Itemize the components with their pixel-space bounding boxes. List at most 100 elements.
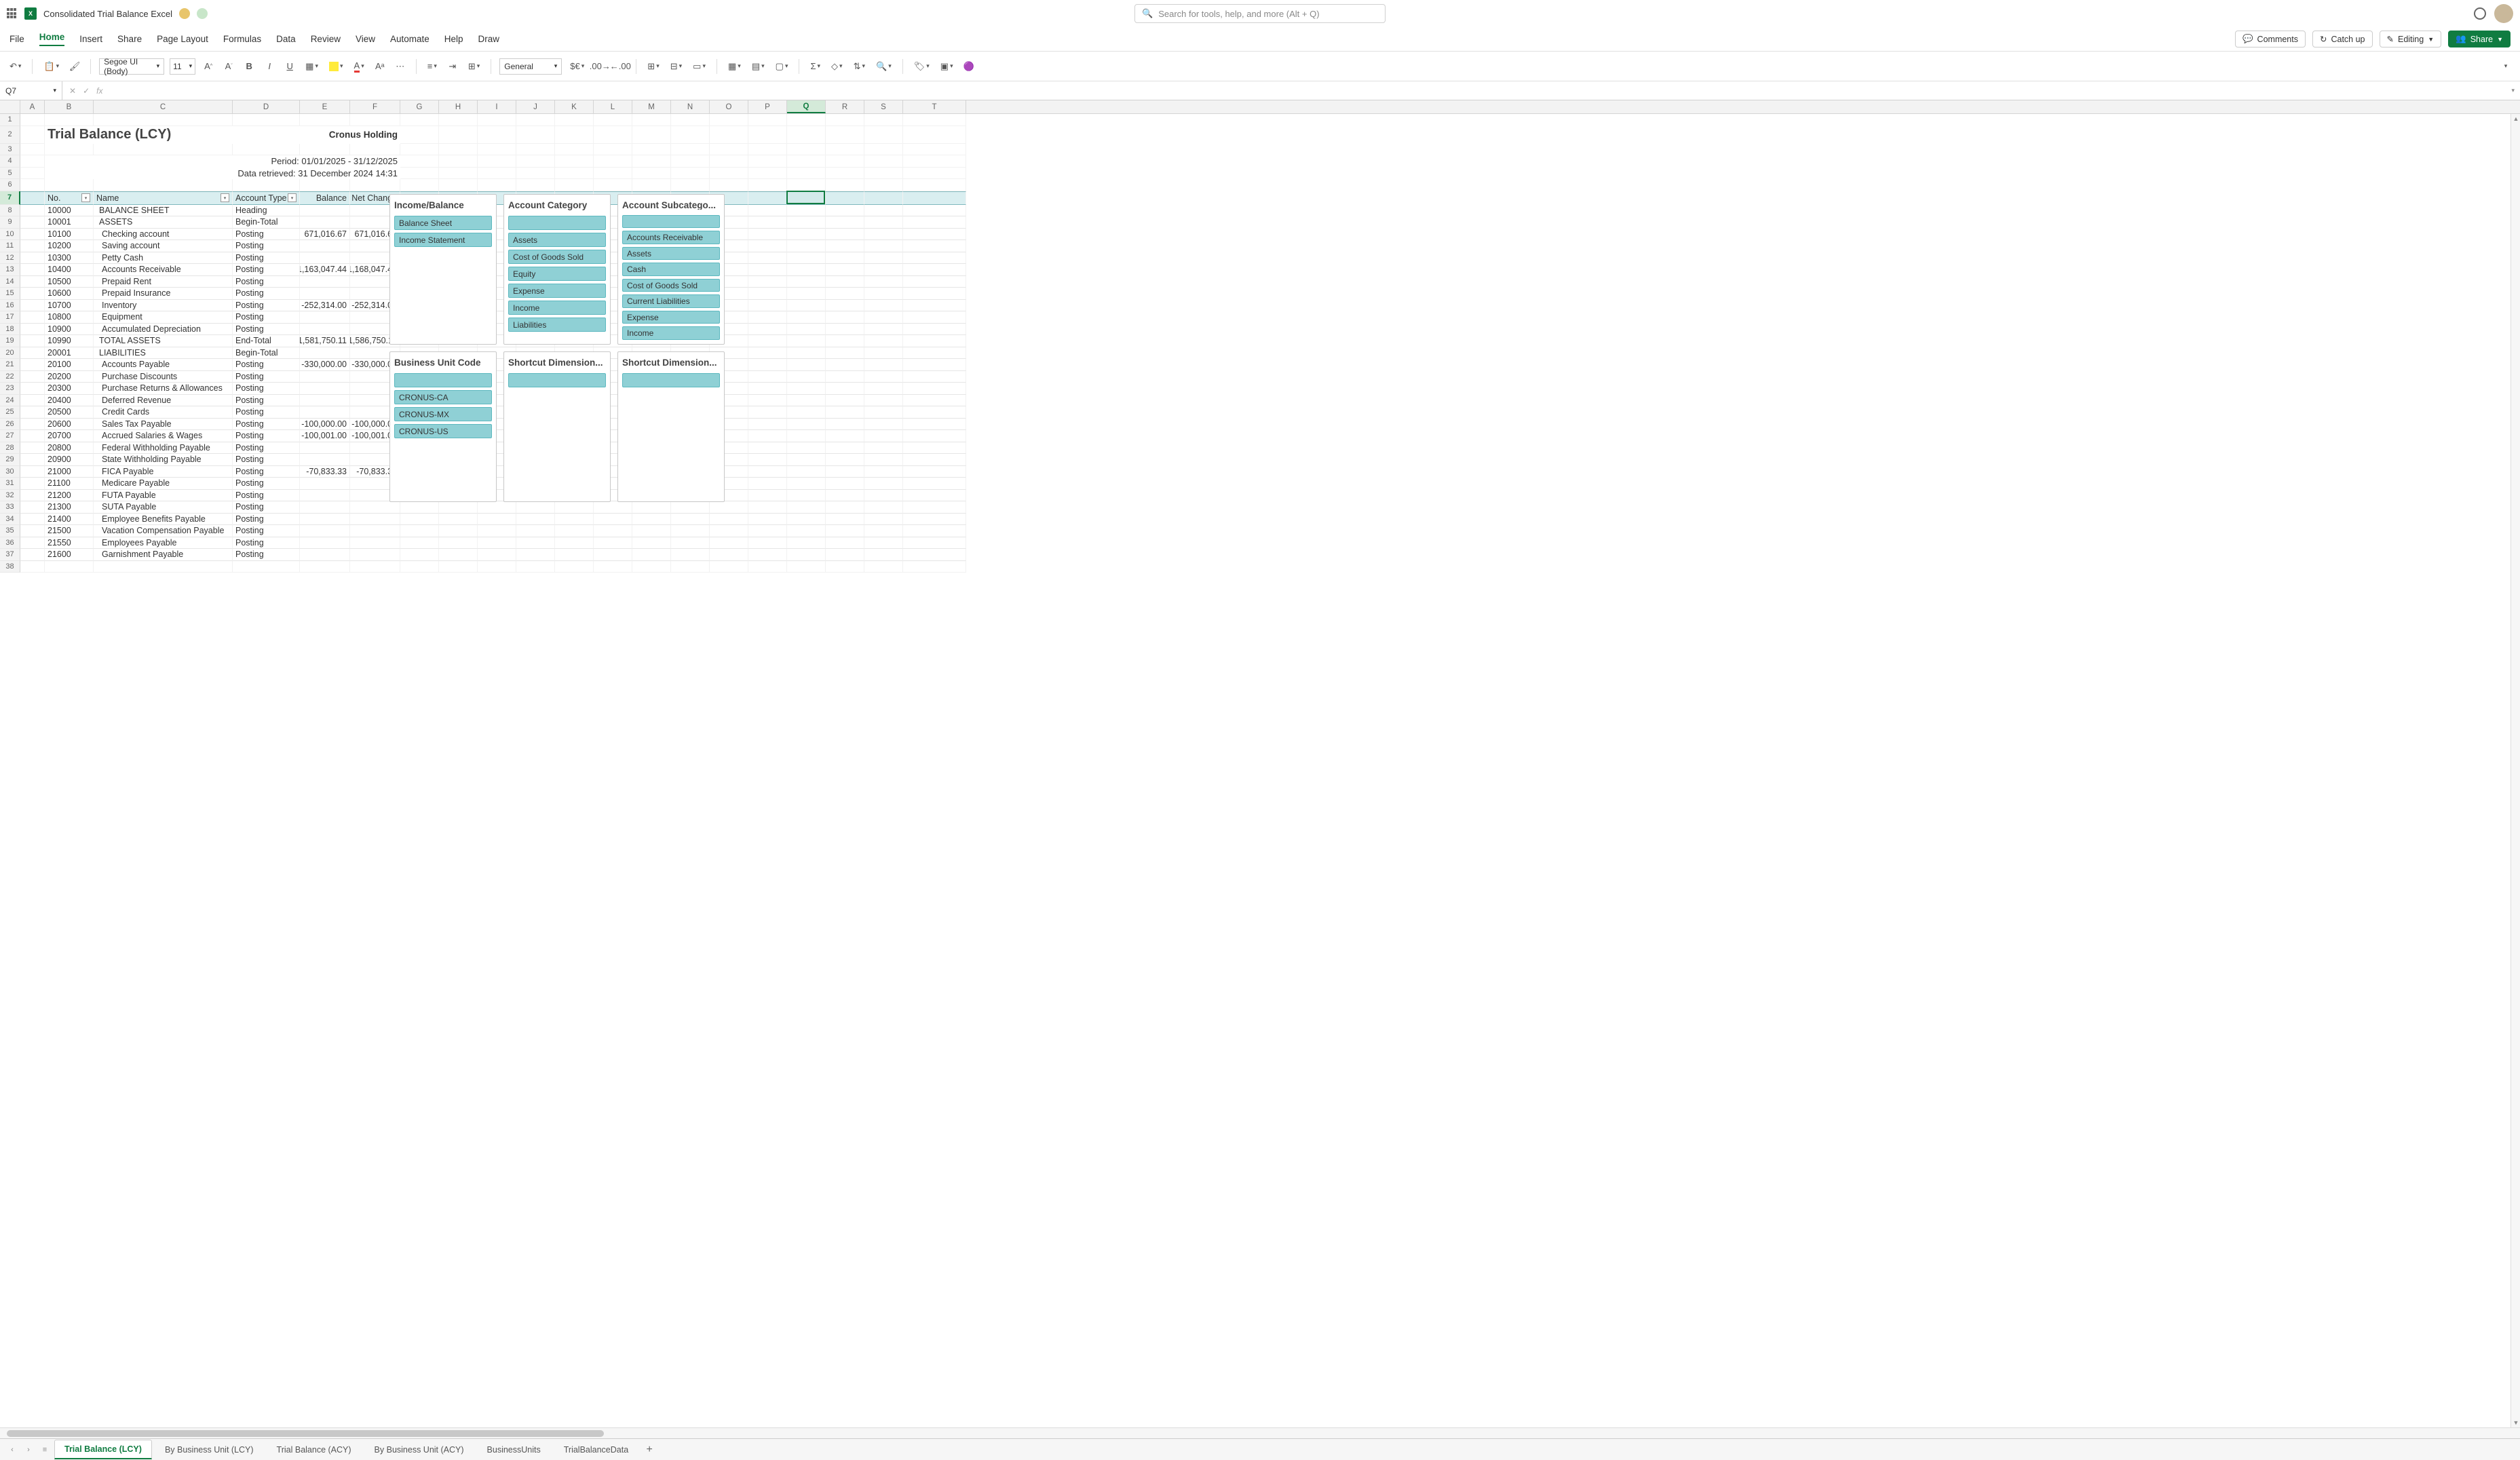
cell[interactable] — [748, 264, 787, 276]
format-table-button[interactable]: ▤▾ — [749, 59, 767, 74]
cell[interactable] — [787, 419, 826, 431]
cell[interactable] — [748, 276, 787, 288]
cell[interactable] — [516, 561, 555, 573]
cell[interactable] — [748, 442, 787, 455]
balance-value[interactable] — [300, 276, 350, 288]
row-header[interactable]: 36 — [0, 537, 20, 550]
cell[interactable] — [903, 419, 966, 431]
cell[interactable] — [787, 490, 826, 502]
cell[interactable] — [826, 371, 864, 383]
menu-review[interactable]: Review — [311, 34, 341, 44]
cell[interactable] — [826, 229, 864, 241]
column-header[interactable]: T — [903, 100, 966, 113]
account-no[interactable]: 10500 — [45, 276, 94, 288]
account-type[interactable]: Posting — [233, 371, 300, 383]
cell[interactable] — [864, 288, 903, 300]
balance-value[interactable]: -70,833.33 — [300, 466, 350, 478]
cell[interactable] — [632, 114, 671, 126]
cell[interactable] — [20, 430, 45, 442]
cell[interactable] — [826, 490, 864, 502]
account-type[interactable]: Posting — [233, 537, 300, 550]
account-name[interactable]: Purchase Discounts — [94, 371, 233, 383]
net-change-value[interactable] — [350, 537, 400, 550]
balance-value[interactable] — [300, 490, 350, 502]
cell[interactable] — [787, 406, 826, 419]
cell[interactable] — [864, 454, 903, 466]
column-header[interactable]: R — [826, 100, 864, 113]
cell[interactable] — [864, 155, 903, 168]
sheet-tab[interactable]: By Business Unit (LCY) — [155, 1440, 264, 1459]
cell[interactable] — [748, 335, 787, 347]
cell[interactable] — [671, 114, 710, 126]
cell[interactable] — [826, 442, 864, 455]
cell[interactable] — [864, 537, 903, 550]
cell[interactable] — [864, 240, 903, 252]
row-header[interactable]: 7 — [0, 191, 20, 205]
slicer-dimension-2[interactable]: Shortcut Dimension... — [617, 351, 725, 502]
cell[interactable] — [903, 406, 966, 419]
cell[interactable] — [478, 179, 516, 191]
balance-value[interactable]: -100,000.00 — [300, 419, 350, 431]
account-no[interactable]: 10001 — [45, 216, 94, 229]
cell[interactable] — [787, 383, 826, 395]
balance-value[interactable] — [300, 383, 350, 395]
account-type[interactable]: Posting — [233, 324, 300, 336]
cell[interactable] — [826, 561, 864, 573]
account-type[interactable]: Posting — [233, 395, 300, 407]
row-header[interactable]: 38 — [0, 561, 20, 573]
cell[interactable] — [671, 179, 710, 191]
account-no[interactable]: 21300 — [45, 501, 94, 514]
cell[interactable] — [864, 561, 903, 573]
cell[interactable] — [439, 155, 478, 168]
slicer-item[interactable]: Expense — [508, 284, 606, 298]
account-no[interactable]: 10100 — [45, 229, 94, 241]
cell[interactable] — [748, 419, 787, 431]
cell[interactable] — [826, 126, 864, 144]
cell[interactable] — [710, 168, 748, 180]
balance-value[interactable] — [300, 395, 350, 407]
cell[interactable] — [45, 561, 94, 573]
formula-input[interactable] — [109, 81, 2506, 100]
cell[interactable] — [439, 549, 478, 561]
balance-value[interactable] — [300, 311, 350, 324]
account-type[interactable]: Posting — [233, 442, 300, 455]
search-input[interactable]: 🔍 Search for tools, help, and more (Alt … — [1134, 4, 1386, 23]
account-type[interactable]: Heading — [233, 205, 300, 217]
account-name[interactable]: Equipment — [94, 311, 233, 324]
cell[interactable] — [864, 168, 903, 180]
cell[interactable] — [903, 490, 966, 502]
cell[interactable] — [20, 347, 45, 360]
tab-all-button[interactable]: ≡ — [38, 1443, 52, 1457]
sort-filter-button[interactable]: ⇅▾ — [851, 59, 868, 74]
merge-button[interactable]: ⊞▾ — [465, 59, 482, 74]
cell[interactable] — [864, 514, 903, 526]
account-type[interactable]: Posting — [233, 501, 300, 514]
cell[interactable] — [826, 430, 864, 442]
cell[interactable] — [710, 179, 748, 191]
cell[interactable] — [516, 514, 555, 526]
cell[interactable] — [787, 126, 826, 144]
vertical-scrollbar[interactable]: ▲ ▼ — [2511, 114, 2520, 1427]
row-header[interactable]: 26 — [0, 419, 20, 431]
cell[interactable] — [826, 288, 864, 300]
cell[interactable] — [400, 126, 439, 144]
account-name[interactable]: Saving account — [94, 240, 233, 252]
cell[interactable] — [787, 525, 826, 537]
cell[interactable] — [748, 311, 787, 324]
cell[interactable] — [748, 324, 787, 336]
account-type[interactable]: Posting — [233, 490, 300, 502]
cell[interactable] — [439, 168, 478, 180]
filter-button[interactable]: ▾ — [221, 193, 229, 202]
cell[interactable] — [400, 155, 439, 168]
period-label[interactable]: Period: 01/01/2025 - 31/12/2025 — [233, 155, 400, 168]
account-no[interactable]: 21400 — [45, 514, 94, 526]
cell[interactable] — [400, 501, 439, 514]
cell[interactable] — [903, 501, 966, 514]
account-type[interactable]: Posting — [233, 406, 300, 419]
sensitivity-button[interactable]: 🏷▾ — [911, 59, 932, 74]
cell[interactable] — [748, 501, 787, 514]
cell[interactable] — [826, 311, 864, 324]
cell[interactable] — [903, 114, 966, 126]
cell[interactable] — [20, 191, 45, 205]
net-change-value[interactable] — [350, 514, 400, 526]
